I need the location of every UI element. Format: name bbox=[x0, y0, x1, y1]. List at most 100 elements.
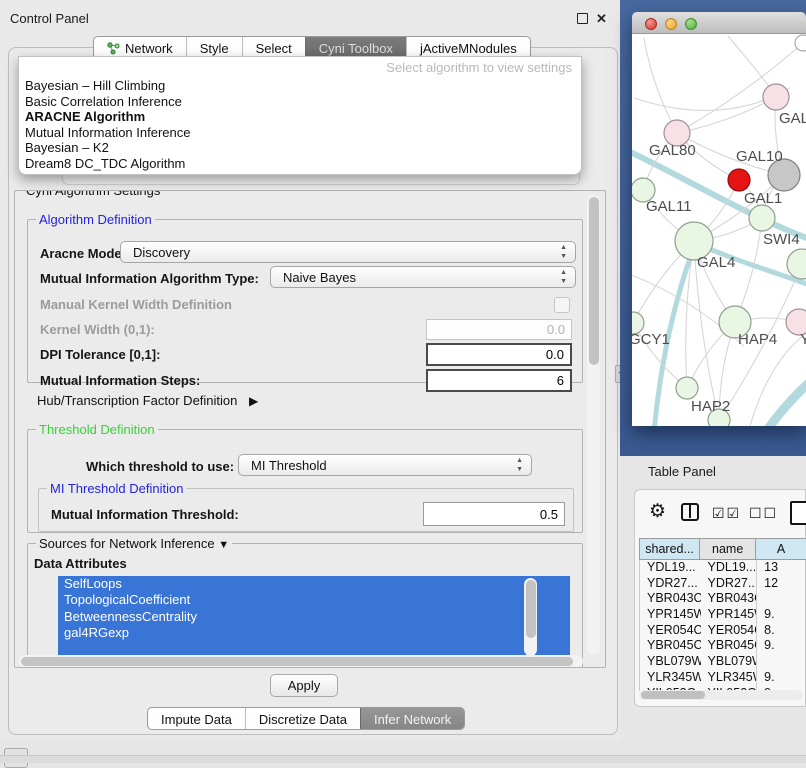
algorithm-option-dream8-dc-tdc-algorithm[interactable]: Dream8 DC_TDC Algorithm bbox=[23, 156, 577, 172]
tab-style[interactable]: Style bbox=[186, 37, 242, 58]
column-header-name[interactable]: name bbox=[700, 538, 756, 560]
network-node-hap2[interactable] bbox=[676, 377, 698, 399]
bottom-tab-bar: Impute Data Discretize DataInfer Network bbox=[147, 707, 465, 730]
table-cell: YDL19... bbox=[701, 560, 757, 576]
mac-minimize-icon[interactable] bbox=[665, 18, 677, 30]
network-canvas[interactable]: GALGAL80GAL10GAL11GAL1SWI4GAL4GCY1HAP4YH… bbox=[632, 34, 806, 426]
threshold-definition-legend: Threshold Definition bbox=[36, 422, 158, 437]
mac-close-icon[interactable] bbox=[645, 18, 657, 30]
settings-vertical-scrollbar[interactable] bbox=[587, 195, 600, 655]
table-row[interactable]: YBL079WYBL079W bbox=[640, 654, 806, 670]
float-window-icon[interactable] bbox=[577, 13, 588, 24]
network-node[interactable] bbox=[763, 84, 789, 110]
column-header-a[interactable]: A bbox=[756, 538, 806, 560]
table-row[interactable]: YLR345WYLR345W9. bbox=[640, 670, 806, 686]
algorithm-dropdown-list: Bayesian – Hill ClimbingBasic Correlatio… bbox=[23, 78, 577, 172]
teal-edge bbox=[766, 380, 806, 426]
network-node[interactable] bbox=[787, 249, 806, 279]
which-threshold-combo[interactable]: MI Threshold ▲▼ bbox=[238, 454, 532, 476]
column-header-shared[interactable]: shared... bbox=[639, 538, 700, 560]
mi-threshold-field[interactable] bbox=[423, 502, 565, 526]
settings-horizontal-scrollbar[interactable] bbox=[19, 655, 583, 667]
export-table-icon[interactable] bbox=[790, 501, 806, 525]
node-table: shared...nameA YDL19...YDL19...13YDR27..… bbox=[639, 538, 806, 691]
table-cell: 9. bbox=[756, 638, 806, 654]
mac-zoom-icon[interactable] bbox=[685, 18, 697, 30]
tab-jactivemnodules[interactable]: jActiveMNodules bbox=[406, 37, 530, 58]
attributes-scrollbar[interactable] bbox=[524, 578, 537, 656]
tab-label: Cyni Toolbox bbox=[319, 41, 393, 56]
algorithm-option-basic-correlation-inference[interactable]: Basic Correlation Inference bbox=[23, 94, 577, 110]
algorithm-option-bayesian-k2[interactable]: Bayesian – K2 bbox=[23, 140, 577, 156]
aracne-mode-combo[interactable]: Discovery ▲▼ bbox=[120, 241, 576, 263]
attribute-item-betweennesscentrality[interactable]: BetweennessCentrality bbox=[58, 609, 570, 625]
table-cell: YLR345W bbox=[640, 670, 701, 686]
table-row[interactable]: YBR045CYBR045C9. bbox=[640, 638, 806, 654]
aracne-mode-label: Aracne Mode: bbox=[40, 246, 126, 261]
tab-label: Impute Data bbox=[161, 712, 232, 727]
table-body: YDL19...YDL19...13YDR27...YDR27...12YBR0… bbox=[639, 560, 806, 691]
which-threshold-value: MI Threshold bbox=[251, 458, 327, 473]
select-all-icon[interactable]: ☑☑ bbox=[712, 505, 741, 522]
attribute-item-topologicalcoefficient[interactable]: TopologicalCoefficient bbox=[58, 592, 570, 608]
tab-network[interactable]: Network bbox=[94, 37, 186, 58]
attribute-item-gal4rgexp[interactable]: gal4RGexp bbox=[58, 625, 570, 641]
table-cell: YBL079W bbox=[640, 654, 701, 670]
node-label-gcy1: GCY1 bbox=[632, 331, 670, 348]
table-cell: YBL079W bbox=[701, 654, 757, 670]
tab-label: Network bbox=[125, 41, 173, 56]
table-row[interactable]: YBR043CYBR043C bbox=[640, 591, 806, 607]
table-row[interactable]: YER054CYER054C8. bbox=[640, 623, 806, 639]
algorithm-option-bayesian-hill-climbing[interactable]: Bayesian – Hill Climbing bbox=[23, 78, 577, 94]
algorithm-definition-legend: Algorithm Definition bbox=[36, 212, 155, 227]
attribute-item-selfloops[interactable]: SelfLoops bbox=[58, 576, 570, 592]
tab-infer-network[interactable]: Infer Network bbox=[360, 708, 464, 729]
close-window-icon[interactable]: ✕ bbox=[596, 13, 607, 24]
dpi-tolerance-field[interactable] bbox=[426, 343, 572, 366]
table-cell: 8. bbox=[756, 623, 806, 639]
columns-icon[interactable] bbox=[681, 503, 699, 521]
tab-cyni-toolbox[interactable]: Cyni Toolbox bbox=[305, 37, 406, 58]
table-cell: YPR145W bbox=[640, 607, 701, 623]
kernel-width-field[interactable] bbox=[426, 319, 572, 340]
algorithm-option-aracne-algorithm[interactable]: ARACNE Algorithm bbox=[23, 109, 577, 125]
network-node-gal1[interactable] bbox=[749, 205, 775, 231]
dpi-tolerance-label: DPI Tolerance [0,1]: bbox=[40, 347, 160, 362]
gear-icon[interactable]: ⚙ bbox=[649, 500, 666, 523]
table-cell: YBR043C bbox=[701, 591, 757, 607]
threshold-definition-group: Threshold Definition Which threshold to … bbox=[27, 429, 583, 533]
mi-steps-field[interactable] bbox=[426, 369, 572, 392]
mi-threshold-definition-group: MI Threshold Definition Mutual Informati… bbox=[38, 488, 574, 532]
hub-definition-toggle[interactable]: Hub/Transcription Factor Definition ▶ bbox=[37, 393, 258, 408]
kernel-width-label: Kernel Width (0,1): bbox=[40, 322, 155, 337]
stepper-icon: ▲▼ bbox=[516, 456, 523, 474]
deselect-all-icon[interactable]: ☐☐ bbox=[749, 505, 778, 522]
tab-impute-data[interactable]: Impute Data bbox=[148, 708, 245, 729]
sources-legend[interactable]: Sources for Network Inference ▼ bbox=[36, 536, 232, 551]
apply-button[interactable]: Apply bbox=[270, 674, 338, 697]
manual-kernel-width-checkbox[interactable] bbox=[554, 297, 570, 313]
table-cell: YBR045C bbox=[701, 638, 757, 654]
network-window-titlebar[interactable] bbox=[632, 12, 806, 34]
cyni-settings-legend: Cyni Algorithm Settings bbox=[23, 190, 163, 198]
mi-algorithm-type-combo[interactable]: Naive Bayes ▲▼ bbox=[270, 266, 576, 288]
network-node[interactable] bbox=[795, 35, 806, 51]
tab-select[interactable]: Select bbox=[242, 37, 305, 58]
table-cell: YPR145W bbox=[701, 607, 757, 623]
algorithm-definition-group: Algorithm Definition Aracne Mode: Discov… bbox=[27, 219, 583, 383]
table-horizontal-scrollbar[interactable] bbox=[639, 690, 803, 700]
node-label-hap2: HAP2 bbox=[691, 398, 730, 415]
table-row[interactable]: YPR145WYPR145W9. bbox=[640, 607, 806, 623]
node-label-gal1: GAL1 bbox=[744, 190, 782, 207]
table-cell: YLR345W bbox=[701, 670, 757, 686]
network-node[interactable] bbox=[728, 169, 750, 191]
data-attributes-label: Data Attributes bbox=[34, 556, 127, 571]
table-row[interactable]: YDR27...YDR27...12 bbox=[640, 576, 806, 592]
network-graph: GALGAL80GAL10GAL11GAL1SWI4GAL4GCY1HAP4YH… bbox=[632, 34, 806, 426]
table-row[interactable]: YDL19...YDL19...13 bbox=[640, 560, 806, 576]
network-view-window: GALGAL80GAL10GAL11GAL1SWI4GAL4GCY1HAP4YH… bbox=[632, 12, 806, 426]
mi-steps-label: Mutual Information Steps: bbox=[40, 373, 200, 388]
tab-discretize-data[interactable]: Discretize Data bbox=[245, 708, 360, 729]
stepper-icon: ▲▼ bbox=[560, 243, 567, 261]
algorithm-option-mutual-information-inference[interactable]: Mutual Information Inference bbox=[23, 125, 577, 141]
